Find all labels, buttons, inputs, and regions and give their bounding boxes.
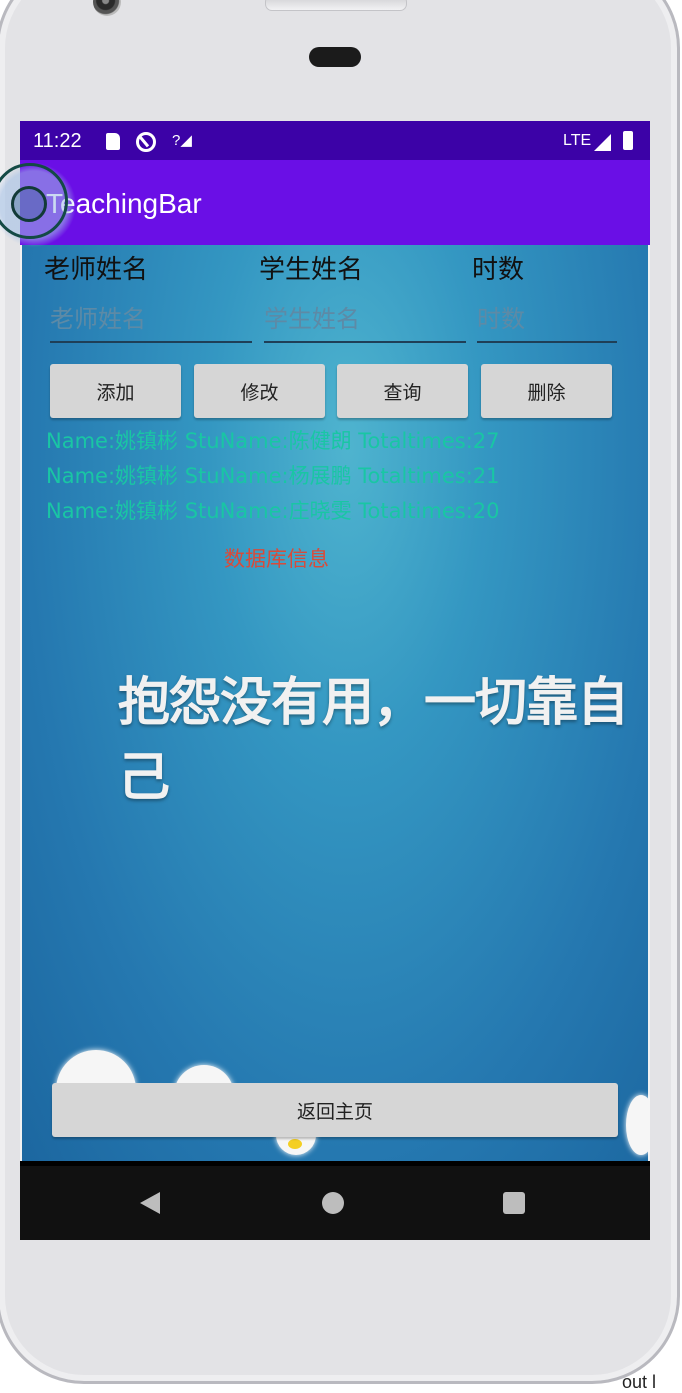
back-icon[interactable]: [140, 1192, 160, 1214]
recents-icon[interactable]: [503, 1192, 525, 1214]
teacher-name-label: 老师姓名: [44, 255, 149, 285]
main-content: 老师姓名 学生姓名 时数 添加 修改 查询 删除 Name:姚镇彬 StuNam…: [20, 245, 650, 1161]
sync-icon: [136, 132, 156, 152]
earpiece-speaker: [265, 0, 407, 11]
record-item: Name:姚镇彬 StuName:杨展鹏 Totaltimes:21: [46, 464, 500, 488]
background-slogan: 抱怨没有用，一切靠自己: [118, 673, 629, 808]
teacher-name-input[interactable]: [50, 297, 252, 343]
navigation-bar: [20, 1166, 650, 1240]
no-signal-icon: ?◢: [172, 132, 192, 149]
touch-point-icon: [11, 186, 47, 222]
hours-input[interactable]: [477, 297, 617, 343]
record-item: Name:姚镇彬 StuName:庄晓雯 Totaltimes:20: [46, 499, 500, 523]
student-name-input[interactable]: [264, 297, 466, 343]
student-name-label: 学生姓名: [259, 255, 364, 285]
database-info-text: 数据库信息: [224, 547, 329, 571]
battery-icon: [623, 131, 633, 150]
query-button[interactable]: 查询: [337, 364, 468, 418]
status-time: 11:22: [33, 130, 82, 152]
device-screen: 11:22 ?◢ LTE TeachingBar 老师姓名 学生姓名 时数 添加…: [20, 121, 650, 1240]
delete-button[interactable]: 删除: [481, 364, 612, 418]
status-bar: 11:22 ?◢ LTE: [20, 121, 650, 160]
network-type: LTE: [563, 132, 592, 149]
proximity-sensor: [309, 47, 361, 67]
background-window-text: out l: [622, 1372, 657, 1392]
app-bar: TeachingBar: [20, 160, 650, 245]
add-button[interactable]: 添加: [50, 364, 181, 418]
home-icon[interactable]: [322, 1192, 344, 1214]
modify-button[interactable]: 修改: [194, 364, 325, 418]
sd-card-icon: [106, 133, 120, 150]
hours-label: 时数: [472, 255, 525, 285]
lte-signal-icon: [594, 134, 611, 151]
back-home-button[interactable]: 返回主页: [52, 1083, 618, 1137]
front-camera-icon: [93, 0, 121, 16]
record-item: Name:姚镇彬 StuName:陈健朗 Totaltimes:27: [46, 429, 500, 453]
